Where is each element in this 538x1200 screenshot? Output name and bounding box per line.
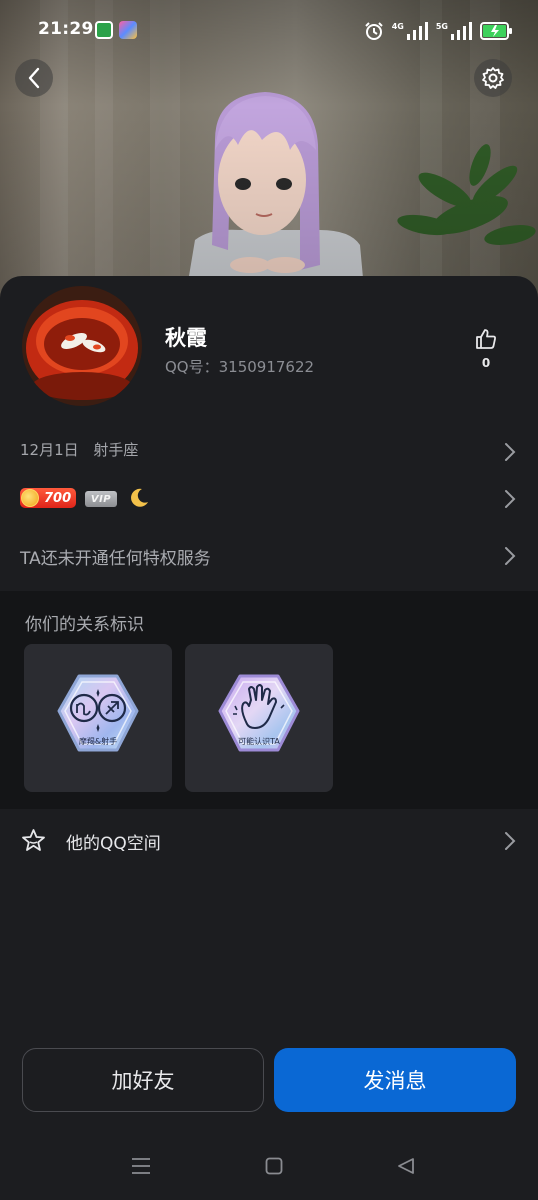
zodiac-badge-icon: 摩羯&射手 bbox=[57, 674, 139, 752]
status-time: 21:29 bbox=[38, 19, 94, 39]
signal-icon bbox=[451, 22, 472, 40]
privilege-text: TA还未开通任何特权服务 bbox=[20, 549, 211, 569]
back-triangle-icon[interactable] bbox=[397, 1157, 415, 1175]
network-4g-label: 4G bbox=[391, 21, 404, 31]
chevron-right-icon bbox=[505, 490, 516, 508]
gear-icon bbox=[482, 67, 504, 89]
back-button[interactable] bbox=[15, 59, 53, 97]
settings-button[interactable] bbox=[474, 59, 512, 97]
relationship-card-maybe-know[interactable]: 可能认识TA bbox=[185, 644, 333, 792]
colorful-app-icon bbox=[119, 21, 137, 39]
relationship-card-label: 可能认识TA bbox=[238, 736, 280, 746]
battery-charging-icon bbox=[480, 22, 512, 40]
thumbs-up-icon bbox=[476, 329, 496, 349]
chevron-right-icon bbox=[505, 547, 516, 565]
relationship-card-zodiac[interactable]: 摩羯&射手 bbox=[24, 644, 172, 792]
badges-row[interactable] bbox=[0, 478, 538, 522]
status-bar: 21:29 4G 5G bbox=[0, 0, 538, 62]
add-friend-button[interactable]: 加好友 bbox=[22, 1048, 264, 1112]
home-icon[interactable] bbox=[265, 1157, 283, 1175]
qzone-label: 他的QQ空间 bbox=[66, 834, 161, 854]
back-arrow-icon bbox=[28, 67, 40, 89]
like-button[interactable]: 0 bbox=[468, 327, 504, 370]
send-message-button[interactable]: 发消息 bbox=[274, 1048, 516, 1112]
network-5g-label: 5G bbox=[435, 21, 448, 31]
birthday-text: 12月1日 bbox=[20, 441, 79, 459]
vip-badge: VIP bbox=[85, 491, 117, 507]
moon-icon bbox=[131, 488, 148, 507]
shield-app-icon bbox=[95, 21, 113, 39]
like-count: 0 bbox=[481, 356, 491, 370]
privilege-row[interactable]: TA还未开通任何特权服务 bbox=[0, 534, 538, 578]
coin-level-value: 700 bbox=[44, 490, 72, 506]
qq-number: QQ号：3150917622 bbox=[165, 358, 315, 376]
alarm-icon bbox=[365, 22, 383, 40]
zodiac-text: 射手座 bbox=[93, 441, 139, 459]
profile-name: 秋霞 bbox=[165, 326, 207, 350]
chevron-right-icon bbox=[505, 832, 516, 850]
hand-wave-badge-icon: 可能认识TA bbox=[218, 674, 300, 752]
menu-icon[interactable] bbox=[131, 1157, 151, 1175]
birthday-row[interactable]: 12月1日 射手座 bbox=[0, 428, 538, 472]
avatar[interactable] bbox=[22, 286, 142, 406]
star-icon bbox=[22, 829, 45, 851]
relationship-card-label: 摩羯&射手 bbox=[79, 736, 117, 746]
coin-level-badge: 700 bbox=[20, 488, 76, 508]
chevron-right-icon bbox=[505, 443, 516, 461]
coin-icon bbox=[21, 489, 39, 507]
relationship-title: 你们的关系标识 bbox=[25, 615, 144, 635]
signal-icon bbox=[406, 22, 428, 40]
system-nav-bar bbox=[0, 1140, 538, 1200]
